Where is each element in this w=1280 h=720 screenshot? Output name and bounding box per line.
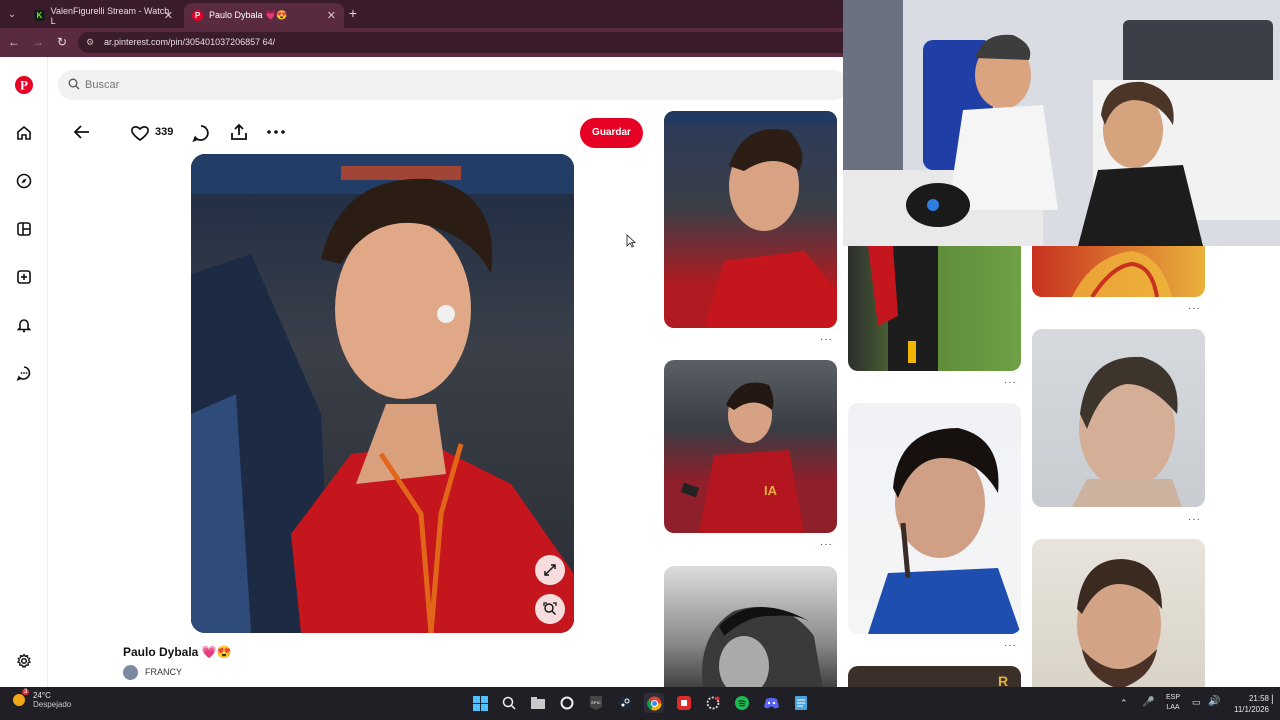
discord-icon[interactable]	[761, 693, 781, 713]
steam-icon[interactable]	[615, 693, 635, 713]
site-info-icon[interactable]: ⚙	[86, 32, 94, 53]
svg-text:EPIC: EPIC	[591, 700, 600, 705]
webcam-overlay	[843, 0, 1280, 246]
tab-title: ValenFigurelli Stream - Watch L	[50, 5, 170, 26]
pin-more-icon[interactable]: ···	[820, 334, 833, 345]
heart-icon[interactable]	[130, 124, 150, 142]
share-icon[interactable]	[229, 122, 249, 142]
messages-icon[interactable]	[12, 361, 36, 385]
tab-valenfigurelli[interactable]: K ValenFigurelli Stream - Watch L ✕	[26, 3, 181, 28]
pinterest-sidebar: P	[0, 57, 48, 687]
weather-widget[interactable]: 24°C Despejado	[10, 691, 71, 709]
clock-date: 11/1/2026	[1234, 705, 1269, 714]
boards-icon[interactable]	[12, 217, 36, 241]
weather-temperature: 24°C	[33, 691, 51, 700]
windows-taskbar: 24°C Despejado EPIC ⌃ 🎤 ESP LAA ▭ 🔊 21:5…	[0, 687, 1280, 720]
weather-description: Despejado	[33, 700, 72, 709]
chrome-icon[interactable]	[644, 693, 664, 713]
search-icon	[68, 78, 80, 90]
app-circle-icon[interactable]	[557, 693, 577, 713]
close-tab-icon[interactable]: ✕	[327, 9, 336, 22]
kick-icon: K	[34, 10, 45, 21]
tab-search-icon[interactable]: ⌄	[4, 6, 20, 22]
tab-paulo-dybala[interactable]: P Paulo Dybala 💗😍 ✕	[184, 3, 344, 28]
pin-more-icon[interactable]: ···	[1188, 303, 1201, 314]
tab-title: Paulo Dybala 💗😍	[209, 10, 288, 20]
lang-bottom: LAA	[1166, 704, 1180, 711]
pin-main-image[interactable]	[191, 154, 574, 633]
file-explorer-icon[interactable]	[528, 693, 548, 713]
related-pin-enzo[interactable]	[848, 403, 1021, 634]
notifications-icon[interactable]	[12, 313, 36, 337]
clock[interactable]: 21:58 11/1/2026	[1225, 693, 1269, 715]
close-tab-icon[interactable]: ✕	[164, 9, 173, 22]
search-placeholder: Buscar	[85, 79, 120, 91]
notification-center-icon[interactable]: ▏	[1272, 695, 1278, 704]
author-avatar[interactable]	[123, 665, 138, 680]
visual-search-icon[interactable]	[535, 594, 565, 624]
pin-more-icon[interactable]: ···	[1004, 377, 1017, 388]
pinterest-logo[interactable]: P	[12, 73, 36, 97]
notepad-icon[interactable]	[791, 693, 811, 713]
related-pin-bw-haircut[interactable]	[664, 566, 837, 696]
url-text: ar.pinterest.com/pin/305401037206857 64/	[104, 37, 276, 47]
back-arrow-icon[interactable]	[72, 122, 92, 142]
related-pin-beard[interactable]	[1032, 539, 1205, 696]
pin-more-icon[interactable]: ···	[820, 539, 833, 550]
reload-icon[interactable]: ↻	[54, 34, 70, 50]
new-tab-button[interactable]: +	[345, 5, 361, 21]
windows-start-icon[interactable]	[470, 693, 490, 713]
mouse-cursor	[626, 234, 636, 248]
back-nav-icon[interactable]: ←	[6, 34, 22, 50]
pin-more-icon[interactable]: ···	[1004, 640, 1017, 651]
spotify-icon[interactable]	[732, 693, 752, 713]
save-button[interactable]: Guardar	[580, 118, 643, 148]
settings-icon[interactable]	[12, 649, 36, 673]
search-input[interactable]: Buscar	[58, 70, 848, 100]
language-indicator[interactable]: ESP LAA	[1164, 693, 1182, 713]
related-pin-dybala-red[interactable]	[664, 111, 837, 328]
display-icon[interactable]: ▭	[1192, 697, 1201, 708]
epic-games-icon[interactable]: EPIC	[586, 693, 606, 713]
taskbar-search-icon[interactable]	[499, 693, 519, 713]
pin-more-icon[interactable]: ···	[1188, 514, 1201, 525]
related-pin-red-hoodie[interactable]: IA	[664, 360, 837, 533]
pinterest-favicon-icon: P	[192, 10, 203, 21]
create-icon[interactable]	[12, 265, 36, 289]
comment-icon[interactable]	[191, 123, 211, 143]
related-pin-roma-jersey[interactable]	[1032, 246, 1205, 297]
expand-icon[interactable]	[535, 555, 565, 585]
pin-title: Paulo Dybala 💗😍	[123, 645, 232, 659]
author-name[interactable]: FRANCY	[145, 667, 182, 677]
settings-app-icon[interactable]	[703, 693, 723, 713]
clock-time: 21:58	[1248, 694, 1269, 703]
red-app-icon[interactable]	[674, 693, 694, 713]
svg-text:IA: IA	[764, 483, 778, 498]
microphone-icon[interactable]: 🎤	[1142, 697, 1154, 708]
more-options-icon[interactable]	[266, 128, 286, 136]
explore-icon[interactable]	[12, 169, 36, 193]
address-bar[interactable]: ⚙ ar.pinterest.com/pin/305401037206857 6…	[78, 32, 858, 53]
like-count: 339	[155, 126, 174, 138]
volume-icon[interactable]: 🔊	[1208, 696, 1220, 707]
forward-nav-icon[interactable]: →	[30, 34, 46, 50]
lang-top: ESP	[1165, 694, 1180, 701]
svg-text:P: P	[20, 78, 28, 93]
tray-overflow-icon[interactable]: ⌃	[1120, 698, 1128, 709]
related-pin-fade-side[interactable]	[1032, 329, 1205, 507]
related-pin-field[interactable]	[848, 246, 1021, 371]
home-icon[interactable]	[12, 121, 36, 145]
